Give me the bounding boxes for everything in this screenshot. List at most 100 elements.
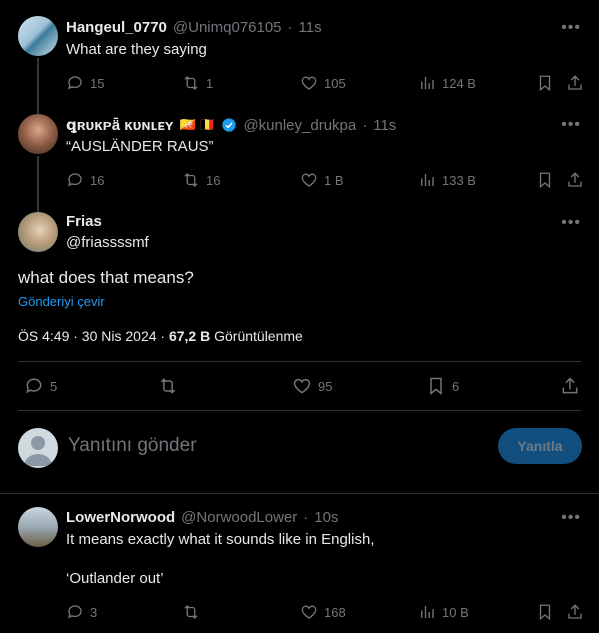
reply-button[interactable]: 5 bbox=[24, 376, 57, 396]
bookmark-icon bbox=[539, 172, 551, 189]
more-icon[interactable]: ••• bbox=[561, 19, 581, 37]
author-handle[interactable]: @NorwoodLower bbox=[181, 509, 297, 526]
retweet-button[interactable]: 16 bbox=[182, 171, 220, 189]
analytics-icon bbox=[421, 606, 434, 618]
analytics-icon bbox=[421, 77, 434, 89]
reply-button[interactable]: 3 bbox=[66, 603, 97, 621]
user-avatar[interactable] bbox=[18, 428, 58, 468]
more-icon[interactable]: ••• bbox=[561, 214, 581, 232]
reply-icon bbox=[67, 173, 82, 187]
tweet-header: Hangeul_0770 @Unimq076105 · 11s bbox=[66, 19, 322, 36]
avatar[interactable] bbox=[18, 212, 58, 252]
retweet-count: 16 bbox=[206, 172, 221, 188]
tweet-text: What are they saying bbox=[66, 41, 207, 58]
like-count: 1 B bbox=[324, 172, 344, 188]
author-name[interactable]: ꝗʀᴜĸᴘǟ ĸᴜɴʟᴇʏ bbox=[66, 116, 173, 134]
translate-link[interactable]: Gönderiyi çevir bbox=[18, 294, 105, 309]
more-icon[interactable]: ••• bbox=[561, 509, 581, 527]
author-name[interactable]: Frias bbox=[66, 213, 102, 230]
retweet-button[interactable] bbox=[158, 376, 184, 396]
like-count: 95 bbox=[318, 378, 333, 394]
like-button[interactable]: 105 bbox=[300, 74, 346, 92]
retweet-button[interactable]: 1 bbox=[182, 74, 213, 92]
tweet-header: ꝗʀᴜĸᴘǟ ĸᴜɴʟᴇʏ 🇧🇹 🇧🇪 @kunley_drukpa · 11s bbox=[66, 116, 397, 135]
like-button[interactable]: 1 B bbox=[300, 171, 344, 189]
share-button[interactable] bbox=[566, 74, 584, 92]
like-count: 105 bbox=[324, 75, 346, 91]
like-button[interactable]: 168 bbox=[300, 603, 346, 621]
bookmark-icon bbox=[539, 604, 551, 621]
bookmark-button[interactable]: 6 bbox=[426, 376, 459, 396]
view-count: 124 B bbox=[442, 75, 476, 91]
reply-button[interactable]: 15 bbox=[66, 74, 104, 92]
share-button[interactable] bbox=[560, 376, 580, 396]
heart-icon bbox=[301, 173, 317, 187]
views-count: 67,2 B bbox=[168, 328, 211, 344]
reply-input[interactable]: Yanıtını gönder bbox=[68, 435, 197, 457]
author-handle[interactable]: @Unimq076105 bbox=[173, 19, 282, 36]
divider bbox=[0, 493, 599, 494]
retweet-button[interactable] bbox=[182, 603, 200, 621]
share-icon bbox=[568, 604, 582, 619]
tweet-time[interactable]: 10s bbox=[314, 509, 338, 526]
bookmark-icon bbox=[539, 75, 551, 92]
retweet-count: 1 bbox=[206, 75, 214, 91]
share-button[interactable] bbox=[566, 603, 584, 621]
default-avatar-icon bbox=[24, 436, 52, 466]
avatar[interactable] bbox=[18, 114, 58, 154]
retweet-icon bbox=[160, 378, 176, 394]
like-button[interactable]: 95 bbox=[292, 376, 332, 396]
bookmark-button[interactable] bbox=[536, 603, 554, 621]
reply-button[interactable]: 16 bbox=[66, 171, 104, 189]
verified-badge-icon bbox=[222, 118, 237, 132]
reply-count: 3 bbox=[90, 604, 98, 620]
author-name[interactable]: LowerNorwood bbox=[66, 509, 175, 526]
timestamp[interactable]: ÖS 4:49 · 30 Nis 2024 · bbox=[18, 328, 169, 344]
divider bbox=[18, 410, 581, 411]
tweet-time[interactable]: 11s bbox=[299, 19, 322, 36]
like-count: 168 bbox=[324, 604, 346, 620]
share-button[interactable] bbox=[566, 171, 584, 189]
reply-icon bbox=[67, 76, 82, 90]
author-handle[interactable]: @friassssmf bbox=[66, 234, 149, 251]
avatar[interactable] bbox=[18, 16, 58, 56]
reply-count: 16 bbox=[90, 172, 105, 188]
views-button[interactable]: 133 B bbox=[418, 171, 476, 189]
reply-count: 5 bbox=[50, 378, 58, 394]
views-label: Görüntülenme bbox=[210, 328, 303, 344]
bookmark-button[interactable] bbox=[536, 74, 554, 92]
bookmark-button[interactable] bbox=[536, 171, 554, 189]
reply-icon bbox=[67, 605, 82, 619]
thread-line bbox=[37, 156, 39, 212]
thread-line bbox=[37, 58, 39, 114]
heart-icon bbox=[293, 378, 311, 394]
share-icon bbox=[568, 75, 582, 90]
tweet-meta: ÖS 4:49 · 30 Nis 2024 · 67,2 B Görüntüle… bbox=[18, 328, 303, 344]
retweet-icon bbox=[184, 605, 198, 619]
tweet-text-line2: ‘Outlander out’ bbox=[66, 570, 164, 587]
view-count: 133 B bbox=[442, 172, 476, 188]
retweet-icon bbox=[184, 76, 198, 90]
bookmark-count: 6 bbox=[452, 378, 460, 394]
tweet-header: LowerNorwood @NorwoodLower · 10s bbox=[66, 509, 339, 526]
views-button[interactable]: 124 B bbox=[418, 74, 476, 92]
retweet-icon bbox=[184, 173, 198, 187]
heart-icon bbox=[301, 605, 317, 619]
avatar[interactable] bbox=[18, 507, 58, 547]
author-name[interactable]: Hangeul_0770 bbox=[66, 19, 167, 36]
views-button[interactable]: 10 B bbox=[418, 603, 469, 621]
bookmark-icon bbox=[430, 377, 442, 396]
share-icon bbox=[568, 172, 582, 187]
tweet-text: what does that means? bbox=[18, 268, 194, 287]
heart-icon bbox=[301, 76, 317, 90]
tweet-text: “AUSLÄNDER RAUS” bbox=[66, 138, 214, 155]
author-handle[interactable]: @kunley_drukpa bbox=[243, 117, 356, 134]
tweet-text-line1: It means exactly what it sounds like in … bbox=[66, 531, 375, 548]
analytics-icon bbox=[421, 174, 434, 186]
reply-submit-button[interactable]: Yanıtla bbox=[498, 428, 582, 464]
view-count: 10 B bbox=[442, 604, 469, 620]
tweet-time[interactable]: 11s bbox=[373, 117, 396, 134]
share-icon bbox=[562, 377, 578, 394]
more-icon[interactable]: ••• bbox=[561, 116, 581, 134]
reply-icon bbox=[26, 378, 42, 394]
